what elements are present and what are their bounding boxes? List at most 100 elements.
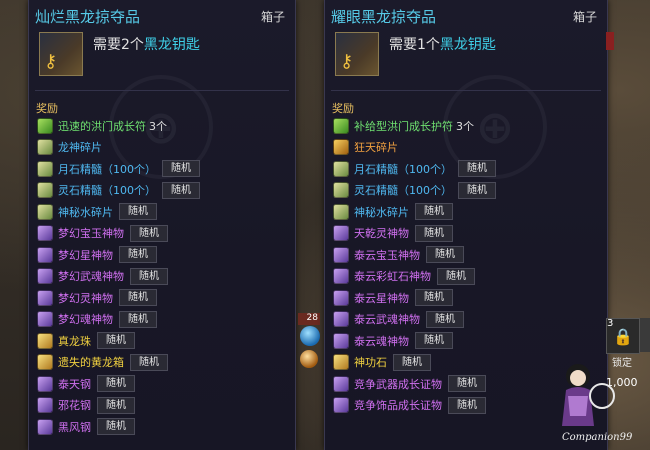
reward-item-row[interactable]: 泰云彩虹石神物 随机 (333, 266, 603, 288)
reward-item-row[interactable]: 天乾灵神物 随机 (333, 223, 603, 245)
sky-shard-icon (333, 139, 349, 156)
random-tag: 随机 (97, 418, 135, 436)
cloud-star-icon (333, 289, 349, 306)
key-icon: ⚷ (44, 51, 58, 72)
spiritstone-icon (37, 182, 53, 199)
reward-item-name: 补给型洪门成长护符 (354, 119, 453, 133)
reward-item-count: 3个 (456, 119, 474, 133)
reward-item-name: 梦幻魂神物 (58, 313, 113, 327)
random-tag: 随机 (415, 332, 453, 350)
weapon-proof-icon (333, 375, 349, 392)
reward-item-row[interactable]: 梦幻武魂神物 随机 (37, 266, 291, 288)
key-icon: ⚷ (340, 51, 354, 72)
reward-item-row[interactable]: 迅速的洪门成长符 3个 (37, 115, 291, 137)
count-badge: 28 (298, 313, 320, 325)
reward-item-name: 梦幻灵神物 (58, 291, 113, 305)
spiritstone-icon (333, 182, 349, 199)
requirement-prefix: 需要2个 (93, 37, 144, 53)
reward-item-row[interactable]: 狂天碎片 (333, 137, 603, 159)
random-tag: 随机 (97, 332, 135, 350)
reward-item-row[interactable]: 梦幻魂神物 随机 (37, 309, 291, 331)
reward-item-row[interactable]: 黑风钢 随机 (37, 416, 291, 438)
requirement-text: 需要1个黑龙钥匙 (389, 34, 496, 54)
random-tag: 随机 (119, 289, 157, 307)
random-tag: 随机 (437, 267, 475, 285)
star-gem-icon (37, 246, 53, 263)
reward-item-count: 3个 (149, 119, 167, 133)
divider (331, 90, 601, 91)
reward-item-name: 神功石 (354, 356, 387, 370)
spirit-gem-icon (37, 289, 53, 306)
reward-item-name: 月石精髓（100个） (58, 162, 156, 176)
reward-item-name: 竞争武器成长证物 (354, 377, 442, 391)
reward-item-row[interactable]: 梦幻星神物 随机 (37, 244, 291, 266)
reward-item-name: 泰云武魂神物 (354, 313, 420, 327)
reward-item-row[interactable]: 梦幻宝玉神物 随机 (37, 223, 291, 245)
requirement-text: 需要2个黑龙钥匙 (93, 34, 200, 54)
loot-box-icon: ⚷ (335, 32, 379, 76)
random-tag: 随机 (458, 181, 496, 199)
brand-watermark: Companion99 (562, 432, 633, 443)
reward-item-row[interactable]: 泰云星神物 随机 (333, 287, 603, 309)
reward-item-row[interactable]: 灵石精髓（100个） 随机 (333, 180, 603, 202)
soul-gem-icon (37, 268, 53, 285)
reward-item-row[interactable]: 梦幻灵神物 随机 (37, 287, 291, 309)
reward-item-row[interactable]: 遗失的黄龙箱 随机 (37, 352, 291, 374)
tooltip-title: 耀眼黑龙掠夺品 (331, 8, 437, 26)
reward-item-row[interactable]: 月石精髓（100个） 随机 (333, 158, 603, 180)
close-button[interactable] (606, 32, 614, 50)
reward-item-row[interactable]: 邪花钢 随机 (37, 395, 291, 417)
water-shard-icon (37, 203, 53, 220)
random-tag: 随机 (97, 375, 135, 393)
mascot-logo-icon (562, 364, 615, 426)
reward-item-row[interactable]: 灵石精髓（100个） 随机 (37, 180, 291, 202)
random-tag: 随机 (458, 160, 496, 178)
requirement-item: 黑龙钥匙 (143, 37, 200, 53)
heaven-gem-icon (333, 225, 349, 242)
reward-item-name: 竞争饰品成长证物 (354, 399, 442, 413)
reward-item-row[interactable]: 神秘水碎片 随机 (333, 201, 603, 223)
skill-orb-icon[interactable] (300, 326, 320, 346)
reward-item-name: 狂天碎片 (354, 141, 398, 155)
wind-steel-icon (37, 418, 53, 435)
reward-item-row[interactable]: 泰云宝玉神物 随机 (333, 244, 603, 266)
steel-icon (37, 375, 53, 392)
reward-item-name: 泰云魂神物 (354, 334, 409, 348)
reward-item-name: 真龙珠 (58, 334, 91, 348)
reward-item-row[interactable]: 龙神碎片 (37, 137, 291, 159)
reward-item-name: 黑风钢 (58, 420, 91, 434)
lock-slot-icon[interactable] (640, 318, 650, 352)
random-tag: 随机 (415, 289, 453, 307)
requirement-item: 黑龙钥匙 (439, 37, 496, 53)
moonstone-icon (37, 160, 53, 177)
reward-item-row[interactable]: 神秘水碎片 随机 (37, 201, 291, 223)
skill-orb-secondary-icon[interactable] (300, 350, 318, 368)
reward-item-row[interactable]: 泰云武魂神物 随机 (333, 309, 603, 331)
reward-item-row[interactable]: 泰云魂神物 随机 (333, 330, 603, 352)
reward-item-name: 月石精髓（100个） (354, 162, 452, 176)
random-tag: 随机 (130, 224, 168, 242)
reward-item-name: 梦幻宝玉神物 (58, 227, 124, 241)
random-tag: 随机 (393, 353, 431, 371)
left-loot-tooltip: ⊕ 灿烂黑龙掠夺品 箱子 ⚷ 需要2个黑龙钥匙 奖励 迅速的洪门成长符 3个 龙神碎… (28, 0, 296, 450)
reward-item-name: 梦幻星神物 (58, 248, 113, 262)
random-tag: 随机 (448, 375, 486, 393)
reward-item-row[interactable]: 真龙珠 随机 (37, 330, 291, 352)
random-tag: 随机 (119, 203, 157, 221)
dragon-pearl-icon (37, 332, 53, 349)
requirement-prefix: 需要1个 (389, 37, 440, 53)
random-tag: 随机 (119, 246, 157, 264)
crystal-icon (37, 311, 53, 328)
divider (35, 90, 289, 91)
reward-item-name: 神秘水碎片 (58, 205, 113, 219)
chest-icon (37, 354, 53, 371)
reward-item-row[interactable]: 泰天钢 随机 (37, 373, 291, 395)
reward-item-row[interactable]: 月石精髓（100个） 随机 (37, 158, 291, 180)
reward-item-row[interactable]: 补给型洪门成长护符 3个 (333, 115, 603, 137)
reward-item-name: 邪花钢 (58, 399, 91, 413)
power-stone-icon (333, 354, 349, 371)
loot-box-icon: ⚷ (39, 32, 83, 76)
reward-item-name: 神秘水碎片 (354, 205, 409, 219)
cloud-gem-icon (333, 246, 349, 263)
reward-item-name: 灵石精髓（100个） (354, 184, 452, 198)
